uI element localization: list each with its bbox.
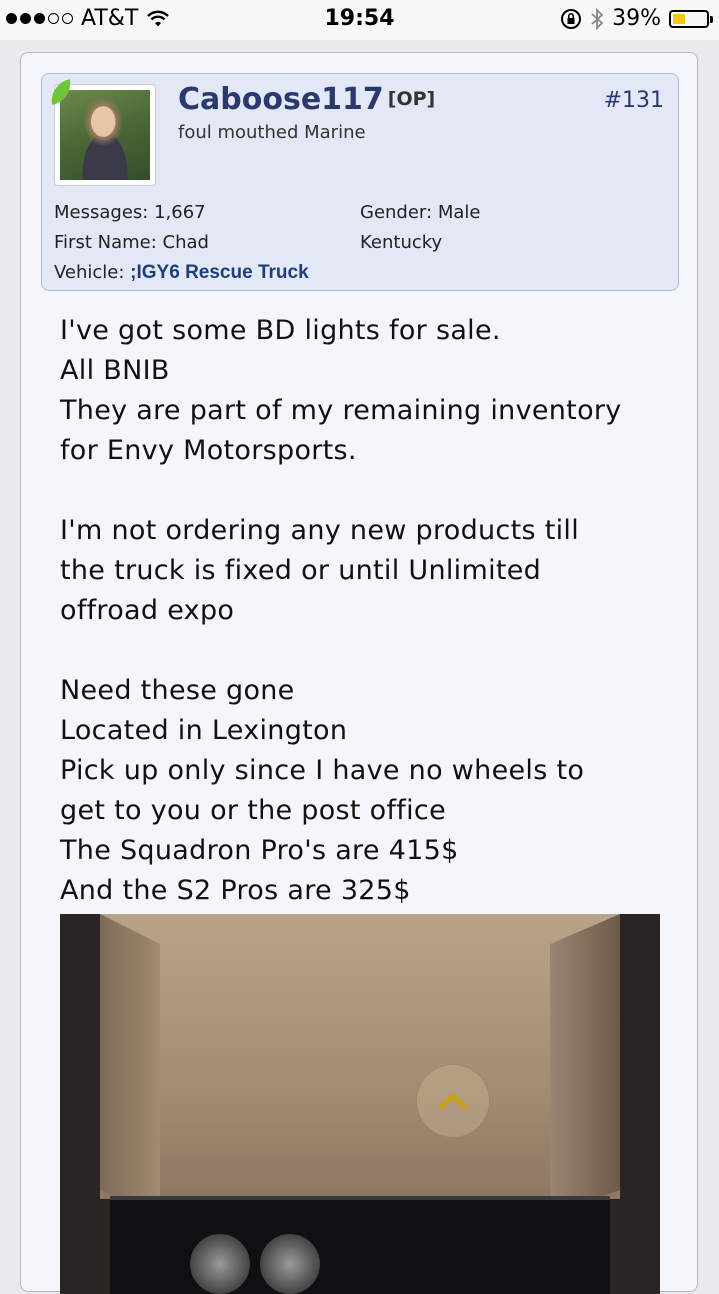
vehicle-link[interactable]: ;IGY6 Rescue Truck (130, 262, 308, 283)
message-line: Pick up only since I have no wheels to (60, 755, 585, 786)
stat-messages: Messages: 1,667 (54, 202, 206, 223)
battery-icon (669, 9, 713, 28)
stat-first-name: First Name: Chad (54, 232, 209, 253)
message-line: the truck is fixed or until Unlimited (60, 555, 542, 586)
battery-percent: 39% (612, 6, 661, 31)
status-bar: AT&T 19:54 39% (0, 0, 719, 40)
message-line: The Squadron Pro's are 415$ (60, 835, 459, 866)
message-line: I've got some BD lights for sale. (60, 315, 501, 346)
message-line: They are part of my remaining inventory (60, 395, 622, 426)
photo-box-flap (100, 914, 160, 1214)
user-title: foul mouthed Marine (178, 122, 366, 143)
message-line: All BNIB (60, 355, 170, 386)
paragraph-break (60, 471, 680, 511)
battery-fill (673, 13, 686, 24)
messages-label: Messages: (54, 202, 149, 223)
gender-value: Male (437, 202, 481, 223)
paragraph-break (60, 631, 680, 671)
username-link[interactable]: Caboose117 [OP] (178, 82, 435, 117)
scroll-to-top-button[interactable] (416, 1064, 490, 1138)
scroll-to-top-icon (438, 1093, 468, 1110)
attached-photo[interactable] (60, 914, 660, 1294)
message-line: Need these gone (60, 675, 295, 706)
username: Caboose117 (178, 82, 384, 117)
message-line: for Envy Motorsports. (60, 435, 357, 466)
stat-vehicle: Vehicle: ;IGY6 Rescue Truck (54, 262, 309, 284)
rotation-lock-icon (561, 8, 582, 29)
first-name-label: First Name: (54, 232, 157, 253)
message-line: offroad expo (60, 595, 235, 626)
avatar-image (60, 90, 150, 180)
messages-value: 1,667 (154, 202, 206, 223)
user-info-panel: Caboose117 [OP] #131 foul mouthed Marine … (41, 73, 679, 291)
photo-box-tray (110, 1196, 610, 1294)
photo-box-flap (550, 914, 620, 1214)
forum-post: Caboose117 [OP] #131 foul mouthed Marine … (20, 52, 698, 1294)
photo-light (260, 1234, 320, 1294)
first-name-value: Chad (162, 232, 209, 253)
message-line: Located in Lexington (60, 715, 348, 746)
photo-box-lid (100, 914, 620, 1199)
post-message: I've got some BD lights for sale. All BN… (60, 311, 680, 911)
gender-label: Gender: (360, 202, 433, 223)
photo-light (190, 1234, 250, 1294)
message-line: And the S2 Pros are 325$ (60, 875, 411, 906)
message-line: I'm not ordering any new products till (60, 515, 579, 546)
bluetooth-icon (591, 7, 604, 30)
message-line: get to you or the post office (60, 795, 446, 826)
stat-gender: Gender: Male (360, 202, 480, 223)
op-tag: [OP] (387, 88, 436, 110)
status-bar-right: 39% (560, 6, 713, 31)
post-number-link[interactable]: #131 (604, 88, 664, 113)
avatar[interactable] (54, 84, 156, 186)
stat-location: Kentucky (360, 232, 443, 253)
vehicle-label: Vehicle: (54, 262, 125, 283)
